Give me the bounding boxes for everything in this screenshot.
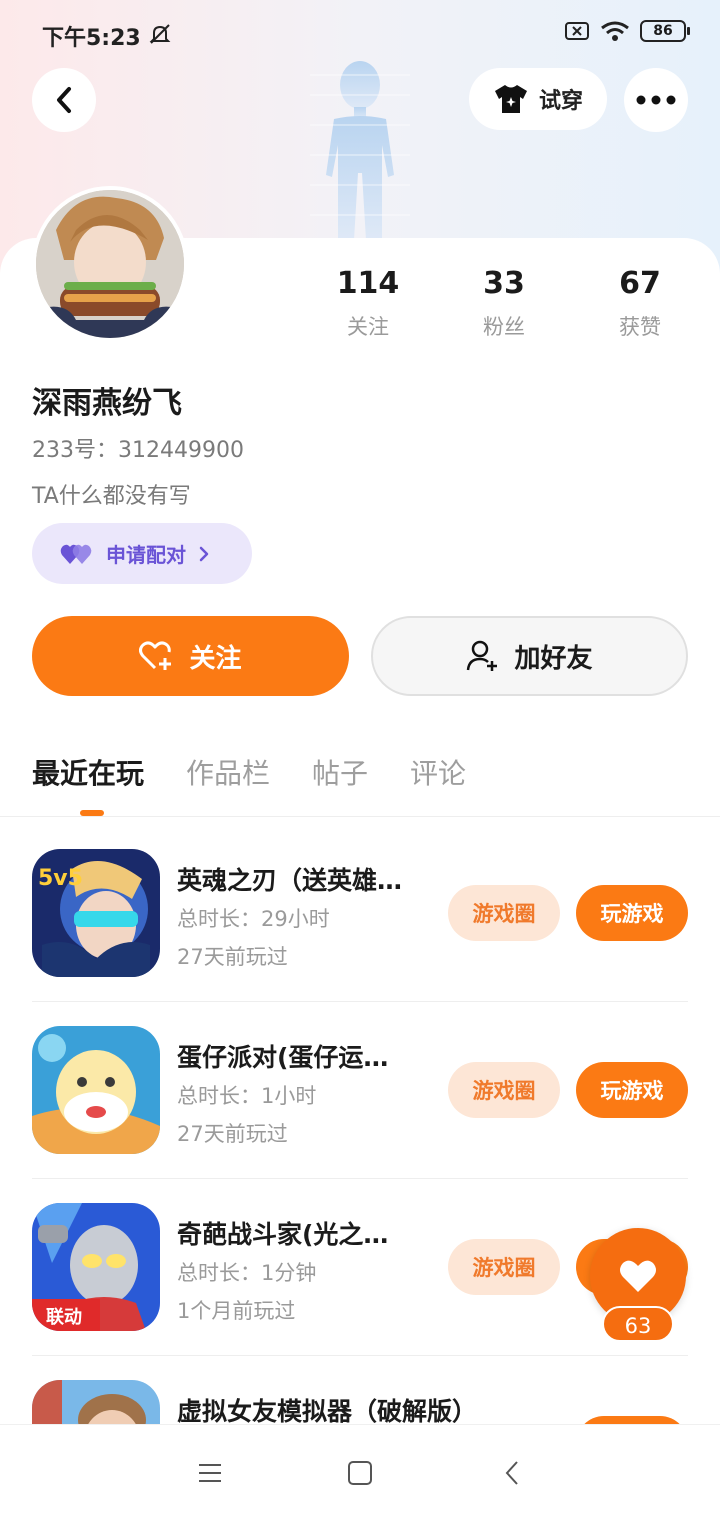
play-game-button[interactable]: 玩游戏 — [576, 885, 688, 941]
like-count: 63 — [602, 1306, 674, 1342]
tab-recently-played[interactable]: 最近在玩 — [32, 752, 144, 792]
heart-plus-icon — [139, 641, 172, 670]
stat-label: 获赞 — [619, 315, 661, 339]
system-back-button[interactable] — [494, 1455, 530, 1491]
add-friend-label: 加好友 — [514, 643, 593, 674]
system-nav-bar — [0, 1424, 720, 1520]
chevron-left-icon — [57, 87, 71, 113]
stat-following[interactable]: 114 关注 — [300, 266, 436, 341]
stat-value: 67 — [619, 266, 661, 301]
tab-comments[interactable]: 评论 — [410, 752, 466, 792]
game-last-played: 27天前玩过 — [177, 1122, 288, 1146]
game-name: 蛋仔派对(蛋仔运… — [177, 1043, 389, 1072]
tab-works[interactable]: 作品栏 — [186, 752, 270, 792]
game-last-played: 27天前玩过 — [177, 945, 288, 969]
chevron-left-icon — [505, 1461, 518, 1485]
status-bar: 下午5:23 86 — [0, 0, 720, 64]
game-circle-button[interactable]: 游戏圈 — [448, 885, 560, 941]
profile-stats: 114 关注 33 粉丝 67 获赞 — [300, 266, 710, 341]
row-divider — [32, 1355, 688, 1356]
game-name: 奇葩战斗家(光之… — [177, 1220, 389, 1249]
battery-indicator: 86 — [640, 20, 690, 42]
username: 深雨燕纷飞 — [32, 386, 182, 421]
double-heart-icon — [60, 544, 92, 564]
game-name: 虚拟女友模拟器（破解版） — [177, 1397, 478, 1426]
game-row[interactable]: 5v5 英魂之刃（送英雄… 总时长：29小时 27天前玩过 游戏圈 玩游戏 — [0, 849, 720, 1025]
game-icon-badge: 5v5 — [38, 866, 83, 891]
sim-no-signal-icon — [565, 22, 589, 40]
back-button[interactable] — [32, 68, 96, 132]
avatar[interactable] — [32, 186, 188, 342]
request-match-button[interactable]: 申请配对 — [32, 523, 252, 584]
more-dots-icon — [636, 95, 676, 105]
bell-muted-icon — [149, 24, 171, 44]
user-plus-icon — [467, 640, 498, 671]
game-duration: 总时长：29小时 — [177, 907, 330, 931]
recent-apps-button[interactable] — [192, 1455, 228, 1491]
follow-label: 关注 — [189, 643, 242, 674]
profile-tabs: 最近在玩 作品栏 帖子 评论 — [32, 752, 466, 792]
follow-button[interactable]: 关注 — [32, 616, 349, 696]
home-button[interactable] — [342, 1455, 378, 1491]
try-on-button[interactable]: 试穿 — [469, 68, 607, 130]
add-friend-button[interactable]: 加好友 — [371, 616, 688, 696]
avatar-image — [36, 190, 184, 338]
tshirt-icon — [494, 85, 527, 113]
game-circle-button[interactable]: 游戏圈 — [448, 1239, 560, 1295]
row-divider — [32, 1001, 688, 1002]
game-duration: 总时长：1小时 — [177, 1084, 317, 1108]
tab-posts[interactable]: 帖子 — [312, 752, 368, 792]
user-id: 233号：312449900 — [32, 438, 244, 463]
chevron-right-icon — [199, 546, 209, 561]
stat-followers[interactable]: 33 粉丝 — [436, 266, 572, 341]
tab-divider — [0, 816, 720, 817]
heart-icon — [620, 1260, 656, 1292]
status-time: 下午5:23 — [42, 26, 141, 51]
try-on-label: 试穿 — [538, 89, 583, 114]
game-last-played: 1个月前玩过 — [177, 1299, 296, 1323]
game-row[interactable]: 蛋仔派对(蛋仔运… 总时长：1小时 27天前玩过 游戏圈 玩游戏 — [0, 1026, 720, 1202]
stat-likes[interactable]: 67 获赞 — [572, 266, 708, 341]
stat-label: 关注 — [347, 315, 389, 339]
stat-label: 粉丝 — [483, 315, 525, 339]
stat-value: 33 — [483, 266, 525, 301]
user-bio: TA什么都没有写 — [32, 484, 191, 509]
game-icon-badge: 联动 — [46, 1307, 82, 1328]
game-icon[interactable] — [32, 1026, 160, 1154]
play-game-button[interactable]: 玩游戏 — [576, 1062, 688, 1118]
game-name: 英魂之刃（送英雄… — [177, 866, 403, 895]
square-icon — [348, 1461, 372, 1485]
request-match-label: 申请配对 — [106, 543, 186, 567]
game-circle-button[interactable]: 游戏圈 — [448, 1062, 560, 1118]
stat-value: 114 — [336, 266, 400, 301]
row-divider — [32, 1178, 688, 1179]
wifi-icon — [601, 21, 629, 41]
game-icon[interactable]: 5v5 — [32, 849, 160, 977]
game-duration: 总时长：1分钟 — [177, 1261, 317, 1285]
menu-icon — [199, 1464, 221, 1482]
avatar-figure-preview — [310, 61, 410, 240]
more-options-button[interactable] — [624, 68, 688, 132]
game-icon[interactable]: 联动 — [32, 1203, 160, 1331]
